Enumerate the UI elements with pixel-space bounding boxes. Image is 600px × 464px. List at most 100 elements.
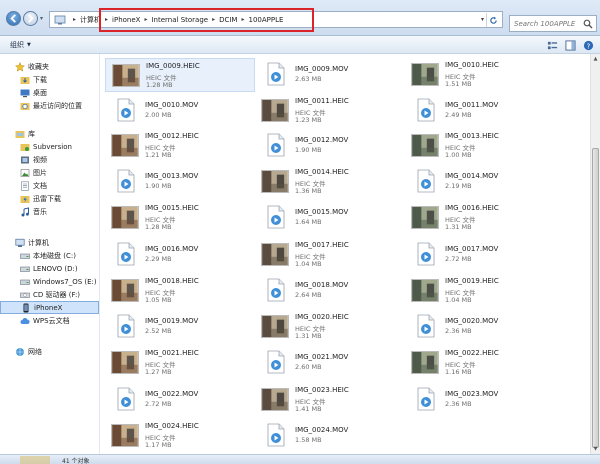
help-button[interactable]: ?	[582, 39, 594, 51]
file-item[interactable]: IMG_0017.HEIC HEIC 文件 1.04 MB	[255, 238, 405, 272]
file-name: IMG_0009.HEIC	[146, 62, 200, 70]
file-item[interactable]: IMG_0022.HEIC HEIC 文件 1.16 MB	[405, 346, 555, 380]
file-size: 1.28 MB	[146, 81, 173, 89]
photo-thumbnail	[411, 134, 439, 157]
chevron-right-icon[interactable]: ▸	[241, 16, 244, 23]
music-library-icon	[21, 206, 29, 216]
file-item[interactable]: IMG_0018.MOV 2.64 MB	[255, 274, 405, 308]
file-size: 1.21 MB	[145, 151, 172, 159]
file-item[interactable]: IMG_0021.HEIC HEIC 文件 1.27 MB	[105, 346, 255, 380]
file-item[interactable]: IMG_0013.HEIC HEIC 文件 1.00 MB	[405, 129, 555, 163]
file-name: IMG_0015.MOV	[295, 208, 349, 216]
history-dropdown-icon[interactable]: ▾	[40, 16, 46, 22]
file-item[interactable]: IMG_0023.HEIC HEIC 文件 1.41 MB	[255, 383, 405, 417]
file-item[interactable]: IMG_0014.HEIC HEIC 文件 1.36 MB	[255, 165, 405, 199]
photo-thumbnail	[261, 388, 289, 411]
file-item[interactable]: IMG_0015.MOV 1.64 MB	[255, 201, 405, 235]
search-input[interactable]	[514, 19, 582, 28]
file-item[interactable]: IMG_0019.MOV 2.52 MB	[105, 310, 255, 344]
breadcrumb-internal-storage[interactable]: Internal Storage	[151, 12, 208, 27]
file-item[interactable]: IMG_0017.MOV 2.72 MB	[405, 238, 555, 272]
forward-button[interactable]	[23, 11, 38, 26]
scroll-up-arrow-icon[interactable]: ▲	[591, 54, 600, 64]
scrollbar-thumb[interactable]	[592, 148, 599, 448]
file-item[interactable]: IMG_0018.HEIC HEIC 文件 1.05 MB	[105, 274, 255, 308]
chevron-right-icon[interactable]: ▸	[212, 16, 215, 23]
nav-item-wps-cloud[interactable]: WPS云文档	[0, 314, 99, 327]
file-item[interactable]: IMG_0016.HEIC HEIC 文件 1.31 MB	[405, 201, 555, 235]
vertical-scrollbar[interactable]: ▲ ▼	[590, 54, 600, 454]
library-icon	[15, 130, 25, 138]
file-size: 1.51 MB	[445, 80, 472, 88]
file-item[interactable]: IMG_0011.MOV 2.49 MB	[405, 94, 555, 128]
file-item[interactable]: IMG_0016.MOV 2.29 MB	[105, 238, 255, 272]
chevron-right-icon[interactable]: ▸	[105, 16, 108, 23]
nav-item-subversion[interactable]: Subversion	[0, 140, 99, 153]
preview-pane-button[interactable]	[564, 39, 576, 51]
file-item[interactable]: IMG_0020.MOV 2.36 MB	[405, 310, 555, 344]
hard-drive-icon	[20, 266, 30, 272]
nav-item-thunder-downloads[interactable]: 迅雷下载	[0, 192, 99, 205]
file-item[interactable]: IMG_0010.MOV 2.00 MB	[105, 94, 255, 128]
nav-item-drive-d[interactable]: LENOVO (D:)	[0, 262, 99, 275]
hard-drive-icon	[20, 279, 30, 285]
movie-file-icon	[117, 242, 135, 266]
nav-favorites[interactable]: 收藏夹	[0, 60, 99, 73]
view-options-button[interactable]	[546, 39, 558, 51]
file-item[interactable]: IMG_0012.HEIC HEIC 文件 1.21 MB	[105, 129, 255, 163]
nav-libraries[interactable]: 库	[0, 127, 99, 140]
file-item[interactable]: IMG_0024.MOV 1.58 MB	[255, 419, 405, 453]
nav-item-drive-c[interactable]: 本地磁盘 (C:)	[0, 249, 99, 262]
refresh-button[interactable]	[486, 13, 500, 27]
breadcrumb[interactable]: ▸ 计算机 ▸ iPhoneX ▸ Internal Storage ▸ DCI…	[49, 11, 503, 28]
breadcrumb-computer[interactable]: 计算机	[80, 12, 101, 27]
breadcrumb-100apple[interactable]: 100APPLE	[249, 12, 284, 27]
file-item[interactable]: IMG_0014.MOV 2.19 MB	[405, 165, 555, 199]
file-item[interactable]: IMG_0022.MOV 2.72 MB	[105, 383, 255, 417]
file-name: IMG_0024.MOV	[295, 426, 349, 434]
back-button[interactable]	[6, 11, 21, 26]
file-name: IMG_0018.MOV	[295, 281, 349, 289]
breadcrumb-iphonex[interactable]: iPhoneX	[112, 12, 140, 27]
nav-item-drive-f[interactable]: CD 驱动器 (F:)	[0, 288, 99, 301]
chevron-right-icon[interactable]: ▸	[144, 16, 147, 23]
photo-thumbnail	[111, 134, 139, 157]
file-item[interactable]: IMG_0020.HEIC HEIC 文件 1.31 MB	[255, 310, 405, 344]
computer-icon	[15, 238, 25, 247]
file-item[interactable]: IMG_0015.HEIC HEIC 文件 1.28 MB	[105, 201, 255, 235]
breadcrumb-dcim[interactable]: DCIM	[219, 12, 237, 27]
file-item[interactable]: IMG_0009.MOV 2.63 MB	[255, 58, 405, 92]
nav-item-downloads[interactable]: 下载	[0, 73, 99, 86]
search-box[interactable]	[509, 15, 597, 32]
file-item[interactable]: IMG_0012.MOV 1.90 MB	[255, 129, 405, 163]
nav-computer[interactable]: 计算机	[0, 236, 99, 249]
nav-item-recent-places[interactable]: 最近访问的位置	[0, 99, 99, 112]
scroll-down-arrow-icon[interactable]: ▼	[591, 444, 600, 454]
file-item[interactable]: IMG_0009.HEIC HEIC 文件 1.28 MB	[105, 58, 255, 92]
address-dropdown-icon[interactable]: ▾	[481, 12, 484, 27]
search-icon[interactable]	[583, 19, 593, 29]
nav-item-pictures[interactable]: 图片	[0, 166, 99, 179]
nav-item-iphonex[interactable]: iPhoneX	[0, 301, 99, 314]
file-item[interactable]: IMG_0011.HEIC HEIC 文件 1.23 MB	[255, 94, 405, 128]
file-name: IMG_0023.HEIC	[295, 386, 349, 394]
file-item[interactable]: IMG_0010.HEIC HEIC 文件 1.51 MB	[405, 58, 555, 92]
nav-item-drive-e[interactable]: Windows7_OS (E:)	[0, 275, 99, 288]
organize-button[interactable]: 组织 ▼	[10, 40, 31, 50]
nav-network[interactable]: 网络	[0, 345, 99, 358]
nav-item-videos[interactable]: 视频	[0, 153, 99, 166]
file-size: 1.36 MB	[295, 187, 322, 195]
chevron-right-icon[interactable]: ▸	[73, 16, 76, 23]
nav-item-documents[interactable]: 文档	[0, 179, 99, 192]
nav-item-desktop[interactable]: 桌面	[0, 86, 99, 99]
cloud-icon	[20, 317, 30, 324]
file-item[interactable]: IMG_0013.MOV 1.90 MB	[105, 165, 255, 199]
movie-file-icon	[117, 314, 135, 338]
file-item[interactable]: IMG_0021.MOV 2.60 MB	[255, 346, 405, 380]
file-item[interactable]: IMG_0019.HEIC HEIC 文件 1.04 MB	[405, 274, 555, 308]
nav-item-music[interactable]: 音乐	[0, 205, 99, 218]
file-item[interactable]: IMG_0024.HEIC HEIC 文件 1.17 MB	[105, 419, 255, 453]
file-size: 2.64 MB	[295, 291, 322, 299]
nav-item-label: LENOVO (D:)	[33, 264, 78, 273]
file-item[interactable]: IMG_0023.MOV 2.36 MB	[405, 383, 555, 417]
